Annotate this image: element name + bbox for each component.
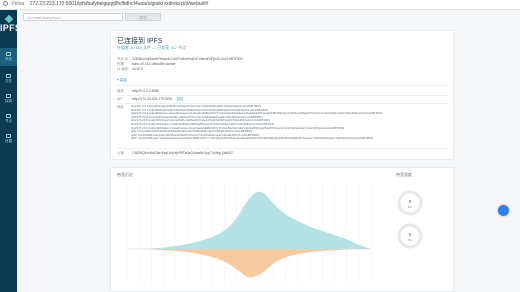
gauge-unit: B/s: [407, 238, 413, 242]
explore-icon: [6, 94, 11, 98]
sidebar: IPFS 状态 文件 探索 节点 设置: [0, 10, 21, 292]
bandwidth-speed-title: 带宽速度: [396, 172, 412, 177]
gauge-value: 0: [408, 199, 412, 204]
gateway-value: http://0.0.0.0:8080: [131, 89, 160, 93]
peers-icon: [6, 114, 11, 118]
divider: [117, 95, 449, 96]
settings-icon: [6, 134, 11, 138]
address-item: /ip6/::1/udp/4001/quic-v1/webtransport/c…: [131, 137, 374, 141]
bandwidth-panel: 带宽历史 带宽速度 0 B/s 0 B/s: [110, 167, 454, 292]
browser-address-bar[interactable]: Pelna 172.23.223.170:5001/ipfs/bafybeigq…: [0, 0, 520, 10]
gateway-row: 网关 http://0.0.0.0:8080: [117, 89, 159, 93]
divider: [117, 85, 449, 86]
sidebar-item-settings[interactable]: 设置: [0, 130, 17, 148]
info-row-ui-version: UI 版本 v2.20.0: [117, 67, 143, 71]
addresses-row-label: 地址: [117, 105, 131, 109]
gauge-unit: B/s: [407, 205, 413, 209]
bandwidth-history-title: 带宽历史: [117, 172, 133, 177]
sidebar-item-label: 状态: [5, 57, 12, 61]
outgoing-speed-gauge: 0 B/s: [397, 223, 423, 249]
row-key: 网关: [117, 89, 124, 93]
floating-action-button[interactable]: [498, 205, 509, 216]
copy-api-button[interactable]: 复制: [176, 97, 183, 101]
browse-button[interactable]: 浏览: [125, 13, 161, 21]
row-value: 12D3KooWSaw5Ybnze4x7uGFhsMuFxqHCYAbrsRJF…: [131, 57, 243, 61]
divider: [117, 103, 449, 104]
status-panel: 已连接到 IPFS 托管着 30 KiB 文件 — 已发现 317 节点 节点 …: [110, 30, 454, 160]
sidebar-item-label: 设置: [5, 139, 12, 143]
row-key: 公钥: [117, 151, 124, 155]
files-icon: [6, 74, 11, 78]
public-key-value: CAESIQKm8nZ3xH1sqLb4vYpR9Tz0aGh6ce8rZyqC…: [131, 151, 234, 155]
row-key: 节点 ID: [117, 57, 129, 61]
address-list: /ip4/127.0.0.1/tcp/4001/p2p/12D3KooWSaw5…: [131, 105, 451, 141]
row-key: 代理: [117, 62, 124, 66]
sidebar-item-files[interactable]: 文件: [0, 70, 17, 88]
public-key-row: 公钥 CAESIQKm8nZ3xH1sqLb4vYpR9Tz0aGh6ce8rZ…: [117, 151, 233, 155]
sidebar-item-label: 文件: [5, 79, 12, 83]
status-icon: [6, 52, 11, 56]
row-key: API: [117, 97, 123, 101]
api-row: API http://172.23.223.170:5001 复制: [117, 97, 183, 101]
row-key: UI 版本: [117, 67, 129, 71]
sidebar-item-status[interactable]: 状态: [0, 48, 17, 66]
header-bar: QmHash/bafyHash 浏览: [17, 10, 520, 26]
ipfs-logo[interactable]: IPFS: [0, 14, 21, 33]
row-value: v2.20.0: [131, 67, 144, 71]
info-row-agent: 代理 kubo v0.18.0 dfbd45e docker: [117, 62, 176, 66]
row-key: 地址: [117, 105, 124, 109]
row-value: kubo v0.18.0 dfbd45e docker: [131, 62, 176, 66]
sidebar-item-label: 节点: [5, 119, 12, 123]
sidebar-item-label: 探索: [5, 99, 12, 103]
url-text[interactable]: 172.23.223.170:5001/ipfs/bafybeigqqq9fcf…: [30, 1, 209, 7]
ipfs-cube-icon: [4, 14, 13, 24]
search-input[interactable]: QmHash/bafyHash: [23, 13, 123, 21]
advanced-toggle[interactable]: ▾ 高级: [117, 78, 127, 83]
info-icon[interactable]: [3, 1, 8, 7]
gauge-value: 0: [408, 232, 412, 237]
incoming-speed-gauge: 0 B/s: [397, 190, 423, 216]
api-value: http://172.23.223.170:5001: [131, 97, 173, 101]
info-row-peer-id: 节点 ID 12D3KooWSaw5Ybnze4x7uGFhsMuFxqHCYA…: [117, 57, 243, 61]
divider: [117, 148, 449, 149]
security-label: Pelna: [11, 1, 25, 7]
bandwidth-history-chart: [126, 184, 372, 284]
sidebar-item-peers[interactable]: 节点: [0, 110, 17, 128]
sidebar-item-explore[interactable]: 探索: [0, 90, 17, 108]
connection-subtitle: 托管着 30 KiB 文件 — 已发现 317 节点: [117, 45, 187, 50]
